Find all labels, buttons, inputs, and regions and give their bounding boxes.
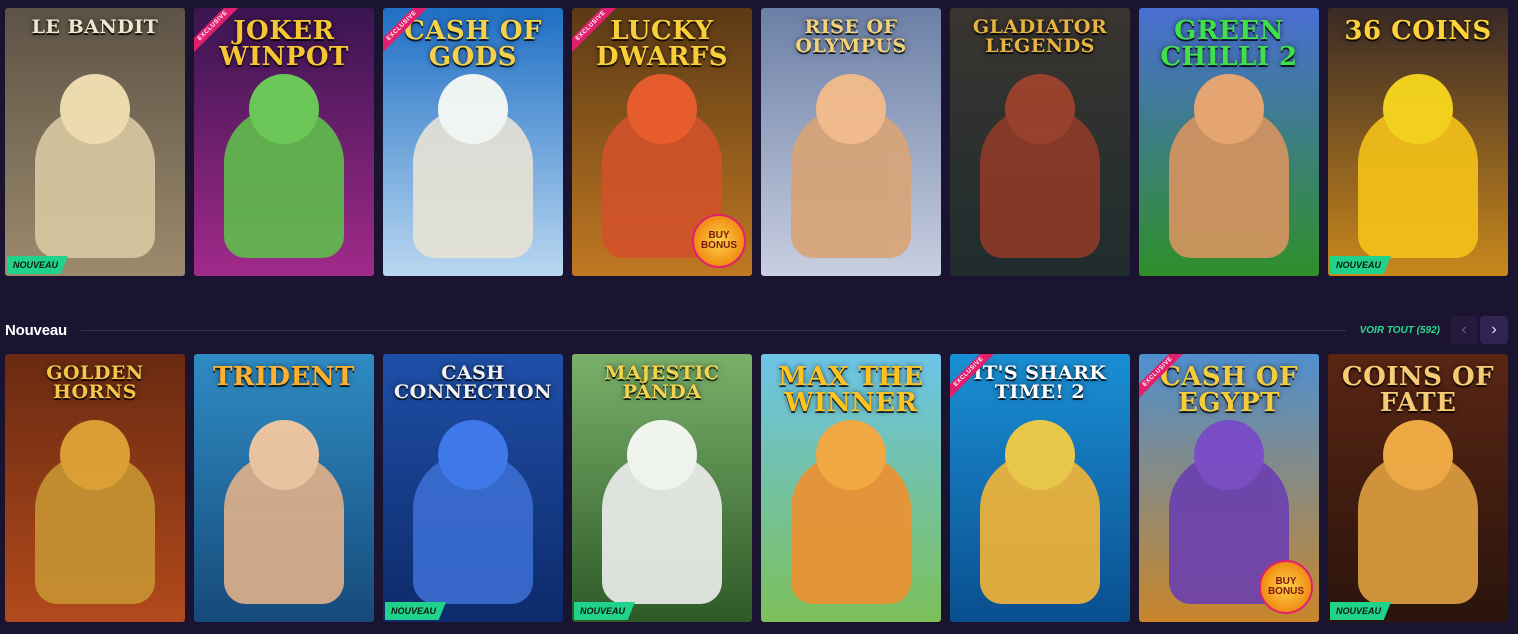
game-title: MAJESTIC PANDA <box>604 362 720 403</box>
chevron-left-icon: ‹ <box>1461 321 1467 338</box>
game-title: TRIDENT <box>212 362 356 392</box>
game-title: GLADIATOR LEGENDS <box>972 16 1108 57</box>
game-character <box>602 454 722 604</box>
game-tile[interactable]: GREEN CHILLI 2 <box>1139 8 1319 276</box>
new-badge: NOUVEAU <box>385 602 447 620</box>
game-title: CASH OF GODS <box>404 16 542 72</box>
game-character <box>224 108 344 258</box>
game-tile[interactable]: CASH OF EGYPT EXCLUSIVE BUY BONUS <box>1139 354 1319 622</box>
game-title: COINS OF FATE <box>1341 362 1495 418</box>
game-character <box>35 454 155 604</box>
game-character <box>1358 454 1478 604</box>
game-title: IT'S SHARK TIME! 2 <box>973 362 1107 403</box>
game-title: LE BANDIT <box>31 16 159 38</box>
game-tile[interactable]: CASH CONNECTION NOUVEAU <box>383 354 563 622</box>
game-tile[interactable]: GOLDEN HORNS <box>5 354 185 622</box>
game-title: LUCKY DWARFS <box>595 16 729 72</box>
game-title: CASH CONNECTION <box>394 362 552 403</box>
new-badge: NOUVEAU <box>7 256 69 274</box>
section-divider <box>80 329 1346 331</box>
game-title: GOLDEN HORNS <box>46 362 144 403</box>
game-tile[interactable]: COINS OF FATE NOUVEAU <box>1328 354 1508 622</box>
game-tile[interactable]: IT'S SHARK TIME! 2 EXCLUSIVE <box>950 354 1130 622</box>
game-title: GREEN CHILLI 2 <box>1160 16 1298 72</box>
game-title: JOKER WINPOT <box>219 16 349 72</box>
game-tile[interactable]: RISE OF OLYMPUS <box>761 8 941 276</box>
game-title: MAX THE WINNER <box>778 362 924 418</box>
featured-games-row: LE BANDIT NOUVEAU JOKER WINPOT EXCLUSIVE CAS… <box>5 8 1508 276</box>
buy-bonus-badge: BUY BONUS <box>1259 560 1313 614</box>
game-character <box>980 454 1100 604</box>
carousel-prev-button[interactable]: ‹ <box>1450 316 1478 344</box>
game-tile[interactable]: MAX THE WINNER <box>761 354 941 622</box>
game-character <box>791 108 911 258</box>
game-character <box>1358 108 1478 258</box>
game-tile[interactable]: TRIDENT <box>194 354 374 622</box>
game-tile[interactable]: MAJESTIC PANDA NOUVEAU <box>572 354 752 622</box>
game-tile[interactable]: 36 COINS NOUVEAU <box>1328 8 1508 276</box>
game-character <box>413 454 533 604</box>
game-tile[interactable]: JOKER WINPOT EXCLUSIVE <box>194 8 374 276</box>
game-character <box>35 108 155 258</box>
new-badge: NOUVEAU <box>1330 256 1392 274</box>
section-title: Nouveau <box>5 321 67 339</box>
game-character <box>1169 108 1289 258</box>
game-character <box>980 108 1100 258</box>
game-tile[interactable]: GLADIATOR LEGENDS <box>950 8 1130 276</box>
new-games-row: GOLDEN HORNS TRIDENT CASH CONNECTION NOUVEA… <box>5 354 1508 622</box>
new-badge: NOUVEAU <box>574 602 636 620</box>
buy-bonus-badge: BUY BONUS <box>692 214 746 268</box>
section-header-new: Nouveau VOIR TOUT (592) ‹ › <box>5 316 1508 344</box>
game-title: RISE OF OLYMPUS <box>795 16 907 57</box>
game-character <box>224 454 344 604</box>
chevron-right-icon: › <box>1491 321 1497 338</box>
game-character <box>413 108 533 258</box>
new-badge: NOUVEAU <box>1330 602 1392 620</box>
carousel-next-button[interactable]: › <box>1480 316 1508 344</box>
game-tile[interactable]: LUCKY DWARFS EXCLUSIVE BUY BONUS <box>572 8 752 276</box>
game-title: 36 COINS <box>1344 16 1492 46</box>
game-character <box>791 454 911 604</box>
game-title: CASH OF EGYPT <box>1160 362 1298 418</box>
game-tile[interactable]: CASH OF GODS EXCLUSIVE <box>383 8 563 276</box>
game-tile[interactable]: LE BANDIT NOUVEAU <box>5 8 185 276</box>
see-all-link[interactable]: VOIR TOUT (592) <box>1360 325 1440 336</box>
